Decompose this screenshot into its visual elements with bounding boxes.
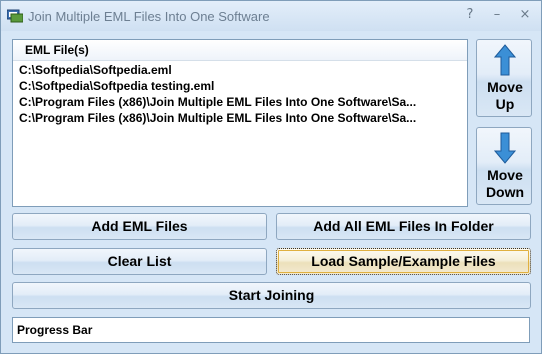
help-button[interactable]: ?: [457, 4, 483, 26]
progress-bar: Progress Bar: [12, 317, 530, 343]
move-down-label: Move Down: [485, 167, 525, 200]
arrow-down-icon: [494, 132, 516, 164]
close-button[interactable]: ×: [512, 4, 538, 26]
start-joining-button[interactable]: Start Joining: [12, 282, 531, 309]
app-icon: [7, 9, 23, 23]
move-down-button[interactable]: Move Down: [476, 127, 532, 205]
window-title: Join Multiple EML Files Into One Softwar…: [28, 9, 270, 24]
list-item[interactable]: C:\Softpedia\Softpedia testing.eml: [19, 78, 416, 94]
arrow-up-icon: [494, 44, 516, 76]
load-sample-button[interactable]: Load Sample/Example Files: [276, 248, 531, 275]
title-bar[interactable]: Join Multiple EML Files Into One Softwar…: [1, 1, 541, 31]
column-header-label: EML File(s): [25, 43, 89, 57]
progress-bar-label: Progress Bar: [17, 323, 93, 337]
move-up-button[interactable]: Move Up: [476, 39, 532, 117]
list-item[interactable]: C:\Softpedia\Softpedia.eml: [19, 62, 416, 78]
list-item[interactable]: C:\Program Files (x86)\Join Multiple EML…: [19, 94, 416, 110]
move-up-label: Move Up: [487, 79, 523, 112]
minimize-button[interactable]: –: [484, 4, 510, 26]
add-eml-files-button[interactable]: Add EML Files: [12, 213, 267, 240]
app-window: Join Multiple EML Files Into One Softwar…: [0, 0, 542, 354]
clear-list-button[interactable]: Clear List: [12, 248, 267, 275]
eml-file-list[interactable]: EML File(s) C:\Softpedia\Softpedia.eml C…: [12, 39, 468, 207]
list-column-header[interactable]: EML File(s): [13, 40, 467, 61]
list-item[interactable]: C:\Program Files (x86)\Join Multiple EML…: [19, 110, 416, 126]
add-folder-button[interactable]: Add All EML Files In Folder: [276, 213, 531, 240]
